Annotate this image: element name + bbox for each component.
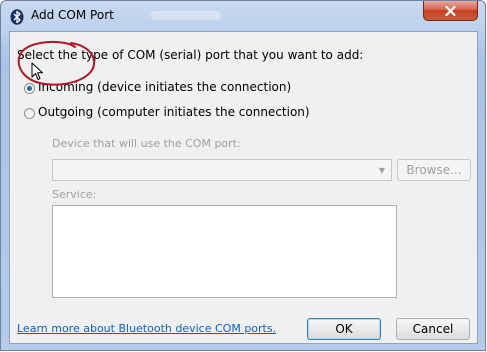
add-com-port-window: Add COM Port Select the type of COM (ser… bbox=[0, 0, 486, 351]
bluetooth-icon bbox=[10, 9, 24, 25]
outgoing-label[interactable]: Outgoing (computer initiates the connect… bbox=[38, 105, 310, 119]
device-combobox[interactable]: ▼ bbox=[52, 159, 392, 181]
port-type-prompt: Select the type of COM (serial) port tha… bbox=[17, 48, 364, 62]
cancel-button[interactable]: Cancel bbox=[396, 318, 470, 340]
service-label: Service: bbox=[52, 188, 97, 201]
ok-button[interactable]: OK bbox=[307, 318, 381, 340]
chevron-down-icon[interactable]: ▼ bbox=[379, 166, 385, 175]
title-bar-background bbox=[151, 11, 221, 20]
device-label: Device that will use the COM port: bbox=[52, 137, 241, 150]
title-bar[interactable]: Add COM Port bbox=[1, 1, 485, 31]
window-title: Add COM Port bbox=[31, 8, 114, 22]
help-link[interactable]: Learn more about Bluetooth device COM po… bbox=[17, 322, 276, 335]
outgoing-radio[interactable] bbox=[24, 108, 35, 119]
close-button[interactable] bbox=[423, 1, 478, 21]
incoming-label[interactable]: Incoming (device initiates the connectio… bbox=[38, 80, 291, 94]
close-icon bbox=[445, 5, 456, 16]
service-textbox[interactable] bbox=[52, 205, 397, 298]
incoming-radio[interactable] bbox=[24, 83, 35, 94]
browse-button[interactable]: Browse... bbox=[397, 159, 471, 181]
dialog-content: Select the type of COM (serial) port tha… bbox=[9, 31, 478, 344]
